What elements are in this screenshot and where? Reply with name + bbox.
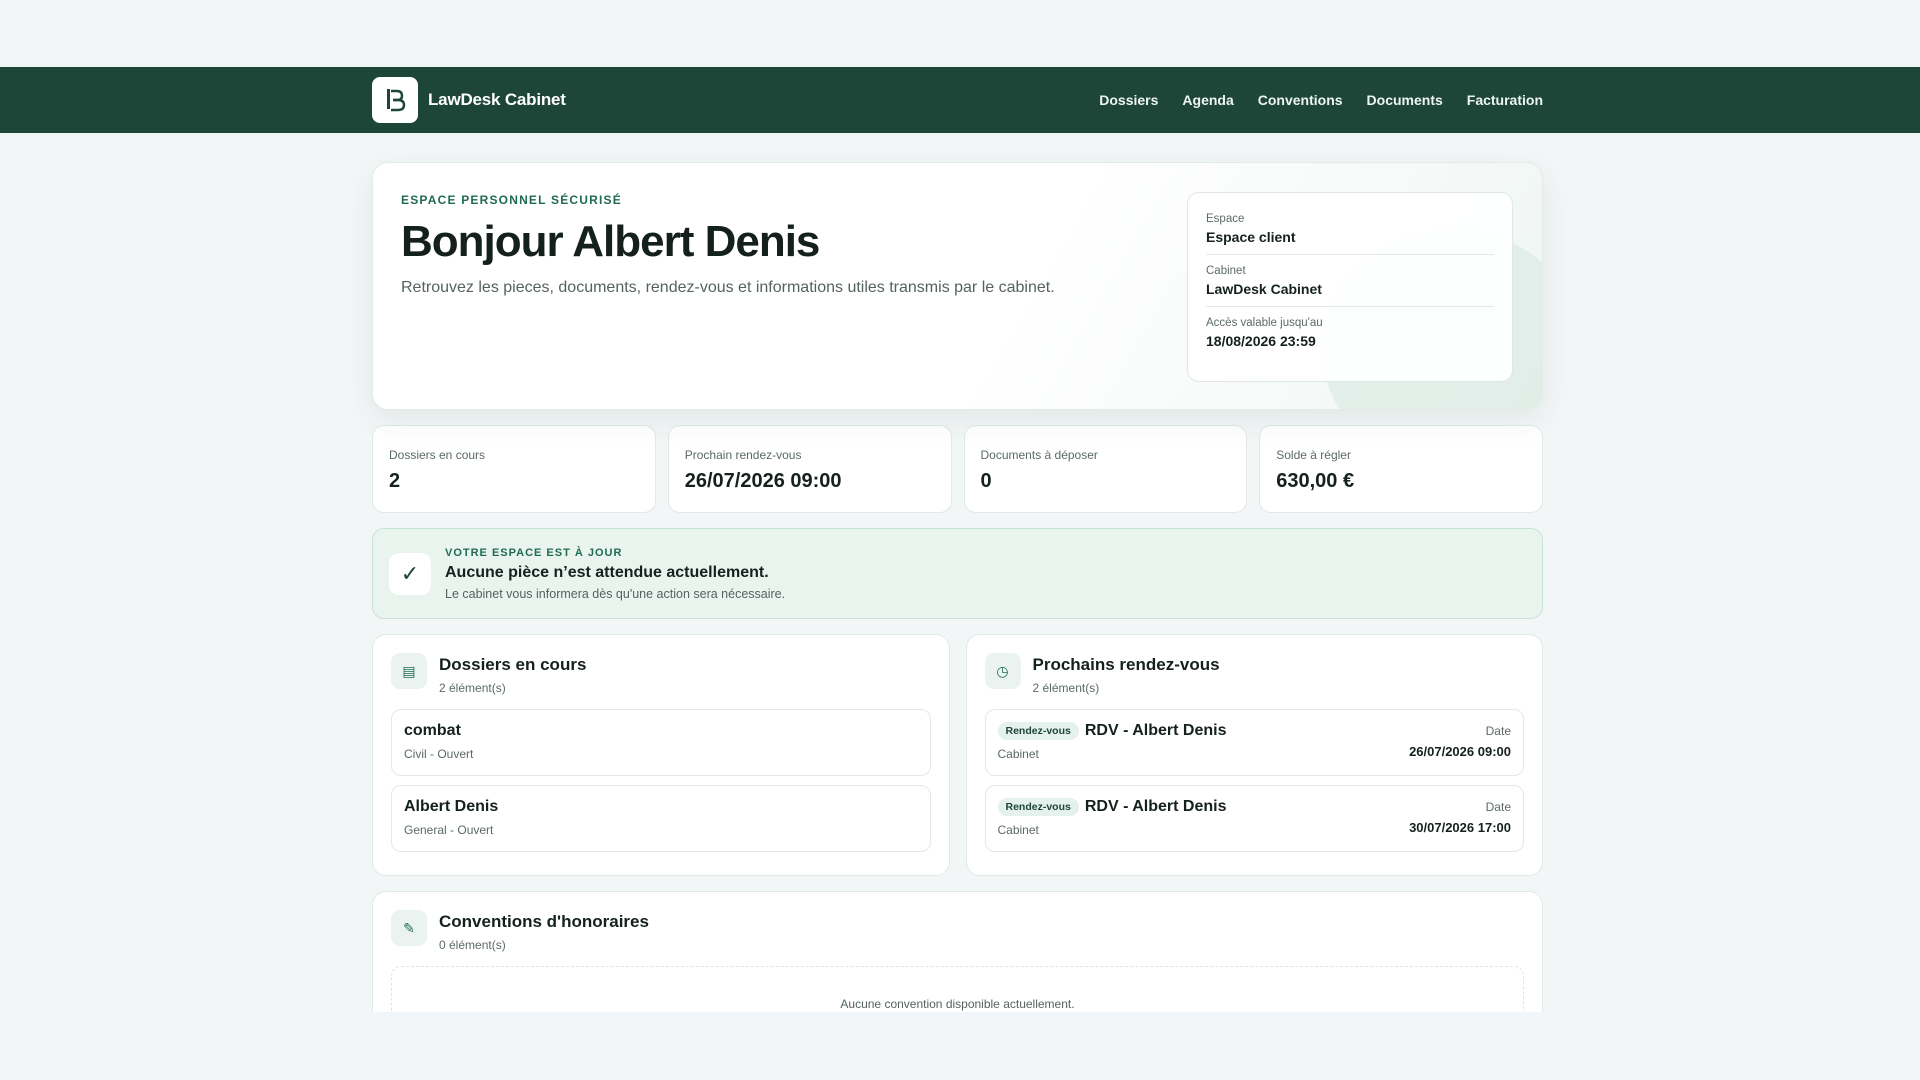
alert-subtitle: Le cabinet vous informera dès qu'une act… bbox=[445, 586, 786, 601]
panel-count: 0 élément(s) bbox=[439, 938, 506, 952]
info-label: Accès valable jusqu'au bbox=[1206, 317, 1323, 329]
pen-icon: ✎ bbox=[391, 910, 427, 946]
info-label: Cabinet bbox=[1206, 265, 1246, 277]
alert-eyebrow: VOTRE ESPACE EST À JOUR bbox=[445, 546, 623, 559]
top-navigation-bar: LawDesk Cabinet Dossiers Agenda Conventi… bbox=[0, 67, 1920, 133]
stat-next-appointment: Prochain rendez-vous 26/07/2026 09:00 bbox=[667, 425, 952, 513]
type-badge: Rendez-vous bbox=[997, 722, 1079, 740]
panel-title: Prochains rendez-vous bbox=[1032, 655, 1220, 674]
clock-icon: ◷ bbox=[984, 653, 1021, 689]
date-value: 30/07/2026 17:00 bbox=[1409, 820, 1511, 835]
stat-label: Solde à régler bbox=[1276, 448, 1351, 462]
panels-row: ▤ Dossiers en cours 2 élément(s) combat … bbox=[372, 634, 1543, 876]
dossiers-list: combat Civil - Ouvert Albert Denis Gener… bbox=[391, 709, 931, 852]
stat-documents: Documents à déposer 0 bbox=[963, 425, 1248, 513]
conventions-panel: ✎ Conventions d'honoraires 0 élément(s) … bbox=[372, 891, 1543, 1012]
brand-name: LawDesk Cabinet bbox=[428, 90, 566, 109]
status-alert: ✓ VOTRE ESPACE EST À JOUR Aucune pièce n… bbox=[372, 528, 1543, 619]
item-title: combat bbox=[404, 722, 461, 739]
hero-eyebrow: ESPACE PERSONNEL SÉCURISÉ bbox=[401, 193, 622, 207]
list-item[interactable]: Albert Denis General - Ouvert bbox=[391, 785, 931, 852]
stat-value: 2 bbox=[389, 470, 401, 492]
empty-state: Aucune convention disponible actuellemen… bbox=[391, 966, 1524, 1012]
item-subtitle: Cabinet bbox=[997, 747, 1039, 762]
stat-balance: Solde à régler 630,00 € bbox=[1259, 425, 1543, 513]
item-subtitle: General - Ouvert bbox=[404, 823, 494, 837]
dossiers-panel: ▤ Dossiers en cours 2 élément(s) combat … bbox=[372, 634, 950, 876]
nav-documents[interactable]: Documents bbox=[1367, 92, 1443, 108]
info-label: Espace bbox=[1206, 213, 1245, 225]
item-title: Albert Denis bbox=[404, 798, 499, 815]
info-value: 18/08/2026 23:59 bbox=[1206, 333, 1316, 349]
nav-conventions[interactable]: Conventions bbox=[1258, 92, 1343, 108]
logo-icon bbox=[372, 77, 418, 123]
item-title: RDV - Albert Denis bbox=[1084, 722, 1227, 740]
hero-subtitle: Retrouvez les pieces, documents, rendez-… bbox=[401, 279, 1055, 296]
nav-agenda[interactable]: Agenda bbox=[1182, 92, 1233, 108]
stat-dossiers: Dossiers en cours 2 bbox=[372, 425, 656, 513]
panel-title: Conventions d'honoraires bbox=[439, 912, 649, 931]
panel-title: Dossiers en cours bbox=[439, 655, 587, 674]
alert-title: Aucune pièce n’est attendue actuellement… bbox=[445, 563, 769, 581]
appointments-panel: ◷ Prochains rendez-vous 2 élément(s) Ren… bbox=[965, 634, 1543, 876]
info-row-espace: Espace Espace client bbox=[1206, 213, 1494, 255]
nav-dossiers[interactable]: Dossiers bbox=[1099, 92, 1158, 108]
folder-icon: ▤ bbox=[391, 653, 427, 689]
stat-label: Documents à déposer bbox=[980, 448, 1098, 462]
stat-value: 630,00 € bbox=[1276, 470, 1355, 492]
appointments-list: Rendez-vous RDV - Albert Denis Cabinet Da… bbox=[984, 709, 1524, 852]
list-item[interactable]: Rendez-vous RDV - Albert Denis Cabinet Da… bbox=[984, 785, 1524, 852]
date-label: Date bbox=[1485, 724, 1511, 738]
main-content: ESPACE PERSONNEL SÉCURISÉ Bonjour Albert… bbox=[372, 162, 1543, 1012]
info-row-cabinet: Cabinet LawDesk Cabinet bbox=[1206, 265, 1494, 307]
brand[interactable]: LawDesk Cabinet bbox=[372, 77, 566, 123]
stats-row: Dossiers en cours 2 Prochain rendez-vous… bbox=[372, 425, 1543, 513]
item-subtitle: Civil - Ouvert bbox=[404, 747, 474, 761]
account-info-card: Espace Espace client Cabinet LawDesk Cab… bbox=[1187, 192, 1513, 382]
stat-value: 26/07/2026 09:00 bbox=[684, 470, 842, 492]
nav-facturation[interactable]: Facturation bbox=[1467, 92, 1543, 108]
stat-label: Prochain rendez-vous bbox=[684, 448, 802, 462]
list-item[interactable]: Rendez-vous RDV - Albert Denis Cabinet Da… bbox=[984, 709, 1524, 776]
panel-count: 2 élément(s) bbox=[1032, 681, 1100, 695]
info-row-access: Accès valable jusqu'au 18/08/2026 23:59 bbox=[1206, 317, 1494, 358]
list-item[interactable]: combat Civil - Ouvert bbox=[391, 709, 931, 776]
item-subtitle: Cabinet bbox=[997, 823, 1039, 838]
date-value: 26/07/2026 09:00 bbox=[1409, 744, 1511, 759]
type-badge: Rendez-vous bbox=[997, 798, 1079, 816]
check-icon: ✓ bbox=[389, 552, 431, 595]
app-viewport: LawDesk Cabinet Dossiers Agenda Conventi… bbox=[0, 67, 1920, 1012]
info-value: LawDesk Cabinet bbox=[1206, 281, 1322, 297]
stat-label: Dossiers en cours bbox=[389, 448, 486, 462]
panel-count: 2 élément(s) bbox=[439, 681, 506, 695]
stat-value: 0 bbox=[980, 470, 992, 492]
date-label: Date bbox=[1485, 800, 1511, 814]
welcome-hero: ESPACE PERSONNEL SÉCURISÉ Bonjour Albert… bbox=[372, 162, 1543, 410]
page-title: Bonjour Albert Denis bbox=[401, 217, 820, 266]
info-value: Espace client bbox=[1206, 229, 1296, 245]
main-nav: Dossiers Agenda Conventions Documents Fa… bbox=[1099, 92, 1543, 108]
item-title: RDV - Albert Denis bbox=[1084, 798, 1227, 816]
